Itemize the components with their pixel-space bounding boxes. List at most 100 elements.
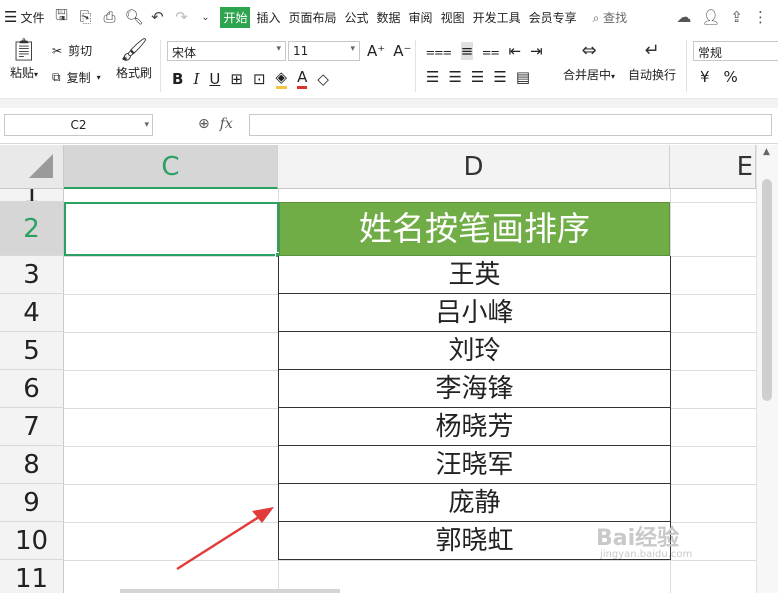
more-icon[interactable]: ⋮ <box>753 8 768 26</box>
save-icon[interactable]: 🖫 <box>52 5 70 30</box>
scissors-icon: ✂ <box>52 43 63 58</box>
number-format-select[interactable]: 常规 <box>693 41 778 61</box>
align-top-icon[interactable]: ⩶ <box>426 42 452 60</box>
font-name-select[interactable]: 宋体 ▾ <box>167 41 286 61</box>
tab-member[interactable]: 会员专享 <box>527 7 579 28</box>
print-icon[interactable]: ⎙ <box>100 8 118 26</box>
bold-icon[interactable]: B <box>172 70 183 88</box>
row-header-4[interactable]: 4 <box>0 294 64 332</box>
row-header-2[interactable]: 2 <box>0 202 64 256</box>
upload-icon[interactable]: ⇪ <box>730 8 743 26</box>
watermark-url: jingyan.baidu.com <box>600 549 693 560</box>
tab-page-layout[interactable]: 页面布局 <box>287 7 339 28</box>
scroll-up-icon[interactable]: ▲ <box>763 147 770 157</box>
align-center-icon[interactable]: ☰ <box>448 68 461 86</box>
watermark-logo: Bai经验 <box>596 526 680 551</box>
font-color-icon[interactable]: A <box>297 68 308 89</box>
wrap-text-icon: ↵ <box>644 40 660 61</box>
row-header-6[interactable]: 6 <box>0 370 64 408</box>
distribute-icon[interactable]: ▤ <box>516 68 530 86</box>
name-box[interactable]: C2 ▾ <box>4 114 153 136</box>
zoom-icon[interactable]: ⊕ <box>198 116 210 132</box>
tab-formulas[interactable]: 公式 <box>343 7 371 28</box>
column-header-e[interactable]: E <box>670 145 756 189</box>
alignment-bottom-row: ☰ ☰ ☰ ☰ ▤ <box>426 68 530 86</box>
percent-icon[interactable]: % <box>724 68 738 86</box>
cell-d7[interactable]: 杨晓芳 <box>278 408 671 446</box>
border-icon[interactable]: ⊞ <box>230 70 243 88</box>
undo-icon[interactable]: ↶ <box>148 8 166 26</box>
currency-icon[interactable]: ¥ <box>700 68 710 86</box>
tab-insert[interactable]: 插入 <box>254 7 282 28</box>
horizontal-scrollbar[interactable] <box>120 589 340 593</box>
vertical-scrollbar[interactable]: ▲ <box>756 145 778 593</box>
merge-icon[interactable]: ⊡ <box>253 70 266 88</box>
row-header-11[interactable]: 11 <box>0 560 64 593</box>
tab-developer[interactable]: 开发工具 <box>471 7 523 28</box>
cell-d9[interactable]: 庞静 <box>278 484 671 522</box>
chevron-down-icon: ▾ <box>276 44 281 54</box>
align-middle-icon[interactable]: ≡ <box>460 42 474 60</box>
cell-d6[interactable]: 李海锋 <box>278 370 671 408</box>
ribbon-gap <box>0 98 778 108</box>
indent-icon[interactable]: ⇥ <box>530 42 543 60</box>
tab-review[interactable]: 审阅 <box>407 7 435 28</box>
copy-button[interactable]: ⧉ 复制 ▾ <box>52 69 101 86</box>
font-size-value: 11 <box>293 44 309 58</box>
cut-button[interactable]: ✂ 剪切 <box>52 42 92 59</box>
tab-view[interactable]: 视图 <box>439 7 467 28</box>
select-all-corner[interactable] <box>0 145 64 189</box>
cell-d3[interactable]: 王英 <box>278 256 671 294</box>
tab-data[interactable]: 数据 <box>375 7 403 28</box>
paste-label: 粘贴 <box>9 66 34 80</box>
underline-icon[interactable]: U <box>209 70 220 88</box>
row-header-9[interactable]: 9 <box>0 484 64 522</box>
italic-icon[interactable]: I <box>193 70 199 88</box>
copy-icon: ⧉ <box>52 70 61 84</box>
active-cell-c2[interactable] <box>64 202 281 258</box>
row-header-5[interactable]: 5 <box>0 332 64 370</box>
column-header-c[interactable]: C <box>64 145 278 189</box>
export-pdf-icon[interactable]: ⎘ <box>76 8 94 26</box>
align-right-icon[interactable]: ☰ <box>471 68 484 86</box>
number-format-value: 常规 <box>698 46 723 60</box>
align-bottom-icon[interactable]: ⩵ <box>482 42 499 60</box>
tab-home[interactable]: 开始 <box>220 6 251 28</box>
merge-center-button[interactable]: ⇔ 合并居中▾ <box>558 40 620 83</box>
column-header-d[interactable]: D <box>278 145 670 189</box>
font-size-buttons: A⁺ A⁻ <box>367 42 411 60</box>
cell-d2-header[interactable]: 姓名按笔画排序 <box>279 202 670 256</box>
share-user-icon[interactable]: 👤︎ <box>701 8 720 26</box>
row-header-8[interactable]: 8 <box>0 446 64 484</box>
cloud-icon[interactable]: ☁ <box>676 8 691 26</box>
outdent-icon[interactable]: ⇤ <box>509 42 522 60</box>
row-header-3[interactable]: 3 <box>0 256 64 294</box>
fx-icon[interactable]: fx <box>220 116 233 132</box>
redo-icon[interactable]: ↷ <box>172 8 190 26</box>
customize-dropdown-icon[interactable]: ⌄ <box>196 12 214 23</box>
align-left-icon[interactable]: ☰ <box>426 68 439 86</box>
font-size-select[interactable]: 11 ▾ <box>288 41 360 61</box>
cell-d5[interactable]: 刘玲 <box>278 332 671 370</box>
formula-input[interactable] <box>249 114 772 136</box>
cell-d4[interactable]: 吕小峰 <box>278 294 671 332</box>
file-menu[interactable]: ☰ 文件 <box>4 8 44 26</box>
clear-format-icon[interactable]: ◇ <box>317 70 329 88</box>
font-format-row: B I U ⊞ ⊡ ◈ A ◇ <box>172 68 329 89</box>
wrap-text-button[interactable]: ↵ 自动换行 <box>626 40 678 83</box>
fill-color-icon[interactable]: ◈ <box>275 68 288 89</box>
row-header-10[interactable]: 10 <box>0 522 64 560</box>
print-preview-icon[interactable]: 🔍︎ <box>124 8 143 26</box>
scroll-thumb[interactable] <box>762 179 772 401</box>
row-header-1[interactable]: 1 <box>0 189 64 202</box>
chevron-down-icon: ▾ <box>144 120 149 130</box>
spreadsheet-grid: C D E 1 2 3 4 5 6 7 8 9 10 11 姓名按笔画排序 王英… <box>0 145 778 593</box>
decrease-font-icon[interactable]: A⁻ <box>393 42 411 60</box>
increase-font-icon[interactable]: A⁺ <box>367 42 385 60</box>
paste-button[interactable]: 📋︎ 粘贴▾ <box>6 38 42 81</box>
search-button[interactable]: ⌕ 查找 <box>593 9 628 26</box>
format-painter-button[interactable]: 🖌︎ 格式刷 <box>114 38 154 81</box>
row-header-7[interactable]: 7 <box>0 408 64 446</box>
cell-d8[interactable]: 汪晓军 <box>278 446 671 484</box>
justify-icon[interactable]: ☰ <box>493 68 506 86</box>
